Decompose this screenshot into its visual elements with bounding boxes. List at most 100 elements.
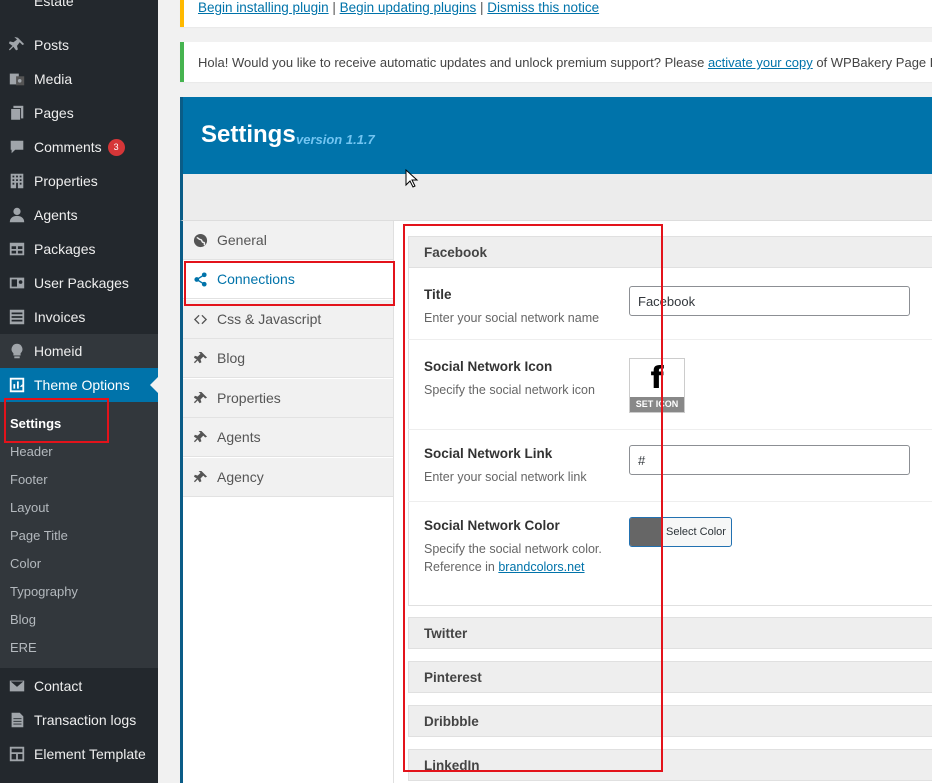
tab-general[interactable]: General <box>183 221 393 260</box>
submenu-item-color[interactable]: Color <box>10 549 41 577</box>
tab-blog[interactable]: Blog <box>183 339 393 378</box>
tab-label: Css & Javascript <box>217 311 322 327</box>
link-separator: | <box>332 0 336 15</box>
mouse-cursor-icon <box>405 169 419 188</box>
menu-item-user-packages[interactable]: User Packages <box>0 266 158 300</box>
notice-text: Hola! Would you like to receive automati… <box>198 55 708 70</box>
wpbakery-activation-notice: Hola! Would you like to receive automati… <box>180 42 932 82</box>
menu-item-pages[interactable]: Pages <box>0 96 158 130</box>
menu-item-label: Posts <box>34 37 70 53</box>
settings-tabs: General Connections Css & Javascript Blo… <box>183 221 394 783</box>
repeater-group-linkedin[interactable]: LinkedIn <box>408 749 932 781</box>
menu-item-invoices[interactable]: Invoices <box>0 300 158 334</box>
menu-item-agents[interactable]: Agents <box>0 198 158 232</box>
pin-icon <box>183 351 217 366</box>
tab-label: Blog <box>217 350 246 366</box>
menu-item-contact[interactable]: Contact <box>0 669 158 703</box>
submenu-item-settings[interactable]: Settings <box>10 409 61 437</box>
building-icon <box>0 164 34 198</box>
pin-icon <box>183 391 217 406</box>
menu-item-packages[interactable]: Packages <box>0 232 158 266</box>
menu-item-label: Pages <box>34 105 74 121</box>
notice-links: Begin installing plugin | Begin updating… <box>198 0 599 15</box>
color-picker-button[interactable]: Select Color <box>629 517 732 547</box>
menu-item-label: Transaction logs <box>34 712 137 728</box>
tab-css-javascript[interactable]: Css & Javascript <box>183 300 393 339</box>
begin-updating-plugins-link[interactable]: Begin updating plugins <box>340 0 477 15</box>
repeater-group-dribbble[interactable]: Dribbble <box>408 705 932 737</box>
pages-icon <box>0 96 34 130</box>
menu-item-label: Theme Options <box>34 377 130 393</box>
tab-properties[interactable]: Properties <box>183 379 393 418</box>
version-label: version 1.1.7 <box>296 132 375 147</box>
menu-item-media[interactable]: Media <box>0 62 158 96</box>
menu-item-transaction-logs[interactable]: Transaction logs <box>0 703 158 737</box>
tab-label: Properties <box>217 390 281 406</box>
settings-header: Settings version 1.1.7 <box>180 97 932 174</box>
submenu-item-typography[interactable]: Typography <box>10 577 78 605</box>
menu-item-posts[interactable]: Posts <box>0 28 158 62</box>
user-package-icon <box>0 266 34 300</box>
submenu-item-footer[interactable]: Footer <box>10 465 48 493</box>
menu-item-label: Element Template <box>34 746 146 762</box>
code-icon <box>183 312 217 327</box>
begin-installing-plugin-link[interactable]: Begin installing plugin <box>198 0 329 15</box>
globe-icon <box>183 233 217 248</box>
tab-agency[interactable]: Agency <box>183 458 393 497</box>
lightbulb-icon <box>0 334 34 368</box>
dismiss-notice-link[interactable]: Dismiss this notice <box>487 0 599 15</box>
menu-item-label: Agents <box>34 207 78 223</box>
list-icon <box>0 300 34 334</box>
brandcolors-link[interactable]: brandcolors.net <box>498 560 584 574</box>
document-icon <box>0 703 34 737</box>
submenu-item-blog[interactable]: Blog <box>10 605 36 633</box>
share-icon <box>183 271 217 287</box>
grid-icon <box>0 737 34 771</box>
menu-item-estate-partial[interactable]: Estate <box>34 0 74 9</box>
link-separator: | <box>480 0 484 15</box>
menu-item-label: Invoices <box>34 309 86 325</box>
menu-item-properties[interactable]: Properties <box>0 164 158 198</box>
menu-item-label: User Packages <box>34 275 129 291</box>
color-desc-prefix: Reference in <box>424 560 499 574</box>
notice-message: Hola! Would you like to receive automati… <box>198 55 932 70</box>
menu-item-label: Contact <box>34 678 83 694</box>
menu-item-theme-options[interactable]: Theme Options <box>0 368 158 402</box>
menu-item-homeid[interactable]: Homeid <box>0 334 158 368</box>
menu-item-comments[interactable]: Comments 3 <box>0 130 158 164</box>
color-field-description: Specify the social network color. Refere… <box>424 540 602 576</box>
color-field-label: Social Network Color <box>424 518 560 533</box>
menu-item-label: Media <box>34 71 73 87</box>
menu-item-label: Packages <box>34 241 96 257</box>
submenu-item-ere[interactable]: ERE <box>10 633 37 661</box>
tab-label: General <box>217 232 267 248</box>
repeater-group-facebook[interactable]: Facebook <box>408 236 932 268</box>
tab-label: Connections <box>217 271 295 287</box>
repeater-group-twitter[interactable]: Twitter <box>408 617 932 649</box>
link-input[interactable] <box>629 445 910 475</box>
title-field-description: Enter your social network name <box>424 311 600 325</box>
pin-icon <box>183 470 217 485</box>
repeater-group-pinterest[interactable]: Pinterest <box>408 661 932 693</box>
color-swatch <box>630 518 661 546</box>
submenu-item-page-title[interactable]: Page Title <box>10 521 68 549</box>
submenu-item-header[interactable]: Header <box>10 437 53 465</box>
submenu-item-layout[interactable]: Layout <box>10 493 49 521</box>
tab-connections[interactable]: Connections <box>183 260 393 299</box>
link-field-label: Social Network Link <box>424 446 553 461</box>
menu-item-element-template[interactable]: Element Template <box>0 737 158 771</box>
set-icon-button[interactable]: SET ICON <box>630 397 684 412</box>
tab-label: Agency <box>217 469 264 485</box>
icon-field-description: Specify the social network icon <box>424 383 595 397</box>
pin-icon <box>183 430 217 445</box>
icon-picker[interactable]: f SET ICON <box>629 358 685 413</box>
activate-copy-link[interactable]: activate your copy <box>708 55 813 70</box>
title-input[interactable] <box>629 286 910 316</box>
menu-item-label: Properties <box>34 173 98 189</box>
facebook-icon: f <box>650 361 664 396</box>
select-color-label: Select Color <box>666 526 726 538</box>
tab-agents[interactable]: Agents <box>183 418 393 457</box>
icon-field-label: Social Network Icon <box>424 359 553 374</box>
comments-count-badge: 3 <box>107 138 125 156</box>
link-field-description: Enter your social network link <box>424 470 587 484</box>
